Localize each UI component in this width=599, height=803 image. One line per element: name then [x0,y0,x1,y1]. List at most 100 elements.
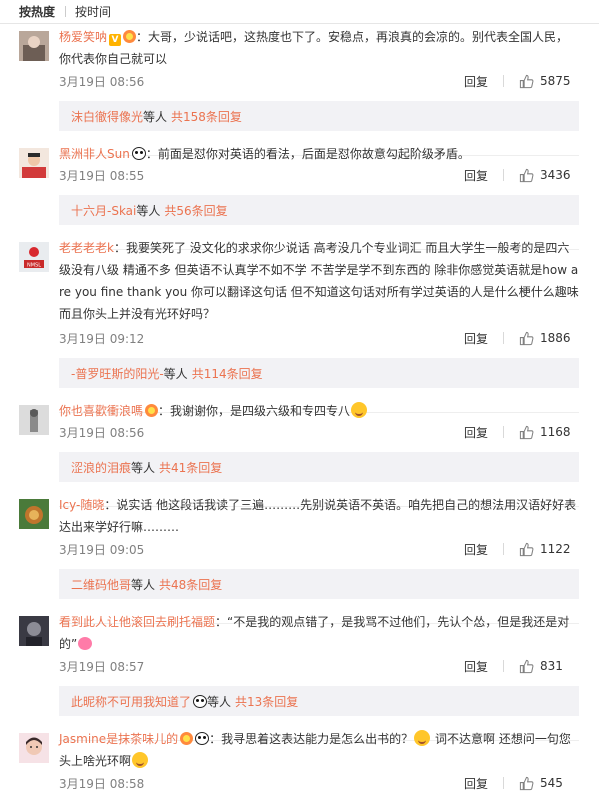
fan-badge-icon [145,404,159,417]
like-button[interactable]: 5875 [519,74,579,89]
avatar[interactable] [19,616,49,646]
comment-meta: 3月19日 08:58 回复 545 [59,773,579,793]
comment-content: ：前面是怼你对英语的看法，后面是怼你故意勾起阶级矛盾。 [145,147,470,161]
reply-button[interactable]: 回复 [464,167,488,184]
like-count: 1168 [540,425,571,439]
reply-button[interactable]: 回复 [464,658,488,675]
sub-reply-bar: 十六月-Skai 等人 共56条回复 [59,195,579,225]
sub-reply-count[interactable]: 共41条回复 [159,459,222,476]
sub-reply-user[interactable]: 此昵称不可用我知道了 [71,693,191,710]
sub-reply-user[interactable]: 涩浪的泪痕 [71,459,131,476]
fan-badge-icon [180,732,194,745]
sub-reply-bar: 此昵称不可用我知道了 等人 共13条回复 [59,686,579,716]
like-button[interactable]: 1168 [519,425,579,440]
sub-reply-count[interactable]: 共48条回复 [159,576,222,593]
sub-reply-count[interactable]: 共13条回复 [235,693,298,710]
panda-emoji-icon [193,694,208,708]
reply-button[interactable]: 回复 [464,73,488,90]
like-count: 831 [540,659,563,673]
comment-username[interactable]: 杨爱笑呐 [59,30,107,44]
thumbs-up-icon [519,776,534,790]
avatar[interactable] [19,733,49,763]
sub-reply-text: 等人 [131,577,156,592]
meta-divider [503,75,504,87]
sub-reply-text: 等人 [143,109,168,124]
like-button[interactable]: 1886 [519,331,579,346]
thumbs-up-icon [519,74,534,88]
comment-meta: 3月19日 08:56 回复 1168 [59,422,579,442]
comment-meta: 3月19日 08:55 回复 3436 [59,165,579,185]
sub-reply-text: 等人 [163,366,188,381]
comment-meta: 3月19日 08:57 回复 831 [59,656,579,676]
sub-reply-user[interactable]: 沫白徹得像光 [71,108,143,125]
meta-divider [503,777,504,789]
comment-time: 3月19日 08:58 [59,776,145,791]
thumbs-up-icon [519,659,534,673]
comment-content: ：我要笑死了 没文化的求求你少说话 高考没几个专业词汇 而且大学生一般考的是四六… [59,241,579,321]
meta-divider [503,660,504,672]
sort-bar: 按热度 按时间 [0,0,599,24]
comment-time: 3月19日 08:55 [59,168,145,183]
sort-by-time-tab[interactable]: 按时间 [75,3,111,20]
sub-reply-user[interactable]: 十六月-Skai [71,202,136,219]
thumbs-up-icon [519,331,534,345]
comment-text: 看到此人让他滚回去刷托福题：“不是我的观点错了，是我骂不过他们，先认个怂，但是我… [59,611,579,655]
reply-button[interactable]: 回复 [464,424,488,441]
comment-time: 3月19日 09:05 [59,542,145,557]
meta-divider [503,543,504,555]
avatar[interactable] [19,31,49,61]
comment-content: ：我谢谢你，是四级六级和专四专八 [158,404,351,418]
avatar[interactable] [19,405,49,435]
sub-reply-user[interactable]: 二维码他哥 [71,576,131,593]
smug-emoji-icon [132,752,149,768]
reply-button[interactable]: 回复 [464,330,488,347]
comment-meta: 3月19日 09:12 回复 1886 [59,328,579,348]
avatar[interactable] [19,148,49,178]
sub-reply-bar: 二维码他哥 等人 共48条回复 [59,569,579,599]
meta-divider [503,332,504,344]
comment-username[interactable]: 看到此人让他滚回去刷托福题 [59,615,215,629]
comment-username[interactable]: 黑洲非人Sun [59,147,130,161]
sub-reply-bar: 沫白徹得像光 等人 共158条回复 [59,101,579,131]
avatar[interactable] [19,499,49,529]
like-button[interactable]: 545 [519,776,579,791]
comment-username[interactable]: 老老老老k [59,241,114,255]
like-count: 1886 [540,331,571,345]
like-count: 1122 [540,542,571,556]
meta-divider [503,169,504,181]
meta-divider [503,426,504,438]
like-button[interactable]: 1122 [519,542,579,557]
avatar[interactable]: NMSL [19,242,49,272]
like-button[interactable]: 3436 [519,168,579,183]
sub-reply-bar: -普罗旺斯的阳光- 等人 共114条回复 [59,358,579,388]
comment-text: 老老老老k：我要笑死了 没文化的求求你少说话 高考没几个专业词汇 而且大学生一般… [59,237,579,325]
like-button[interactable]: 831 [519,659,579,674]
comment-username[interactable]: Icy-随晓 [59,498,104,512]
comment-time: 3月19日 08:56 [59,74,145,89]
comment-meta: 3月19日 08:56 回复 5875 [59,71,579,91]
verified-v-icon: V [109,34,122,46]
comment-text: 杨爱笑呐 V ：大哥，少说话吧，这热度也下了。安稳点，再浪真的会凉的。别代表全国人民… [59,26,579,70]
comment-text: 你也喜歡衝浪嗎 ：我谢谢你，是四级六级和专四专八 [59,400,579,422]
sub-reply-count[interactable]: 共56条回复 [164,202,227,219]
like-count: 3436 [540,168,571,182]
sub-reply-bar: 涩浪的泪痕 等人 共41条回复 [59,452,579,482]
sort-by-hot-tab[interactable]: 按热度 [19,3,55,20]
flower-emoji-icon [78,637,93,650]
like-count: 5875 [540,74,571,88]
sub-reply-text: 等人 [207,694,232,709]
comment-username[interactable]: 你也喜歡衝浪嗎 [59,404,143,418]
reply-button[interactable]: 回复 [464,541,488,558]
sub-reply-user[interactable]: -普罗旺斯的阳光- [71,365,164,382]
comment-content-part1: ：我寻思着这表达能力是怎么出书的？ [209,732,414,746]
comment-content: ：说实话 他这段话我读了三遍………先别说英语不英语。咱先把自己的想法用汉语好好表… [59,498,577,534]
fan-badge-icon [123,30,137,43]
sub-reply-text: 等人 [131,460,156,475]
sub-reply-text: 等人 [136,203,161,218]
thumbs-up-icon [519,542,534,556]
comment-username[interactable]: Jasmine是抹茶味儿的 [59,732,178,746]
sub-reply-count[interactable]: 共158条回复 [171,108,242,125]
svg-text:NMSL: NMSL [27,263,41,269]
sub-reply-count[interactable]: 共114条回复 [192,365,263,382]
reply-button[interactable]: 回复 [464,775,488,792]
